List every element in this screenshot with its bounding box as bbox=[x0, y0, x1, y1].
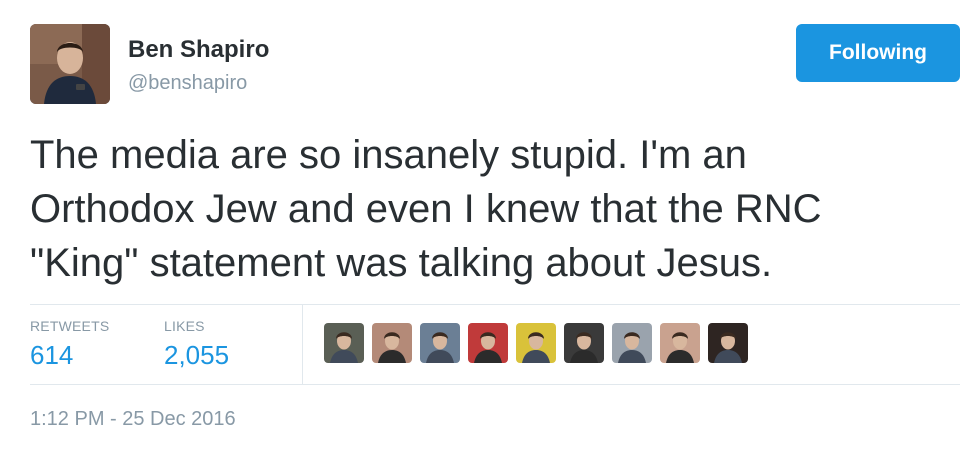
following-button[interactable]: Following bbox=[796, 24, 960, 82]
stats-divider-bottom bbox=[30, 384, 960, 385]
liker-avatar-icon bbox=[468, 323, 508, 363]
liker-avatar[interactable] bbox=[468, 323, 508, 363]
liker-avatar-icon bbox=[516, 323, 556, 363]
stats-separator bbox=[302, 305, 303, 384]
person-avatar-icon bbox=[30, 24, 110, 104]
author-name[interactable]: Ben Shapiro bbox=[128, 36, 269, 64]
liker-avatar-icon bbox=[372, 323, 412, 363]
liker-avatar[interactable] bbox=[372, 323, 412, 363]
retweets-label: RETWEETS bbox=[30, 318, 110, 334]
author-avatar[interactable] bbox=[30, 24, 110, 104]
liker-avatar[interactable] bbox=[612, 323, 652, 363]
liker-avatar-icon bbox=[324, 323, 364, 363]
likes-stat[interactable]: LIKES 2,055 bbox=[164, 318, 229, 371]
liker-avatar-icon bbox=[420, 323, 460, 363]
tweet-text: The media are so insanely stupid. I'm an… bbox=[30, 128, 960, 290]
liker-avatar[interactable] bbox=[420, 323, 460, 363]
tweet-text-line: The media are so insanely stupid. I'm an bbox=[30, 133, 747, 177]
liker-avatar-icon bbox=[708, 323, 748, 363]
author-handle[interactable]: @benshapiro bbox=[128, 72, 247, 95]
liker-avatars bbox=[324, 323, 748, 363]
liker-avatar[interactable] bbox=[708, 323, 748, 363]
likes-label: LIKES bbox=[164, 318, 205, 334]
liker-avatar[interactable] bbox=[564, 323, 604, 363]
liker-avatar-icon bbox=[564, 323, 604, 363]
tweet-card: Ben Shapiro @benshapiro Following The me… bbox=[0, 0, 980, 452]
tweet-timestamp[interactable]: 1:12 PM - 25 Dec 2016 bbox=[30, 408, 236, 431]
retweets-stat[interactable]: RETWEETS 614 bbox=[30, 318, 109, 371]
liker-avatar[interactable] bbox=[660, 323, 700, 363]
liker-avatar[interactable] bbox=[516, 323, 556, 363]
tweet-text-line: "King" statement was talking about Jesus… bbox=[30, 241, 773, 285]
liker-avatar-icon bbox=[660, 323, 700, 363]
retweets-count: 614 bbox=[30, 340, 74, 370]
liker-avatar-icon bbox=[612, 323, 652, 363]
stats-divider-top bbox=[30, 304, 960, 305]
liker-avatar[interactable] bbox=[324, 323, 364, 363]
likes-count: 2,055 bbox=[164, 340, 230, 370]
tweet-text-line: Orthodox Jew and even I knew that the RN… bbox=[30, 187, 822, 231]
